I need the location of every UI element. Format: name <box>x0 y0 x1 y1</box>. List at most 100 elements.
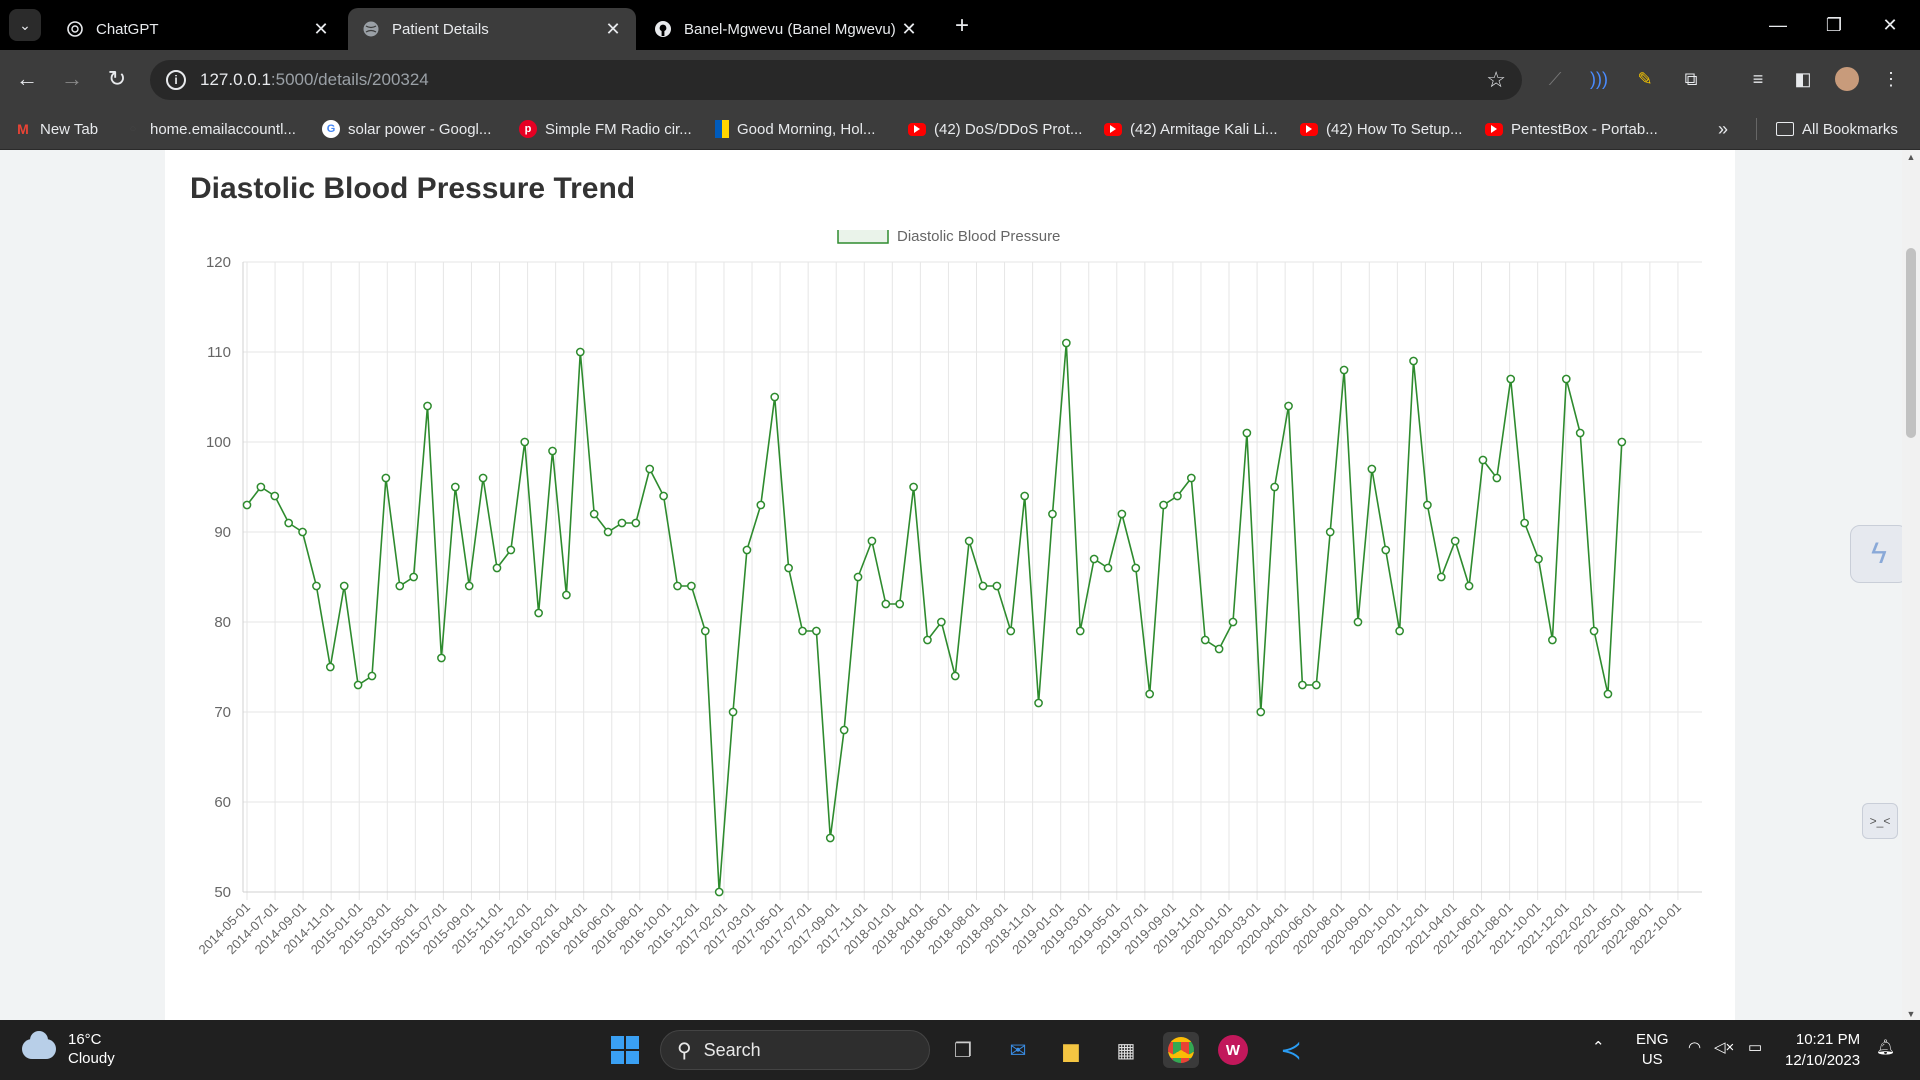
all-bookmarks-label: All Bookmarks <box>1802 120 1898 138</box>
page-scrollbar[interactable]: ▲ ▼ <box>1902 150 1920 1021</box>
bookmark-pentestbox[interactable]: PentestBox - Portab... <box>1485 118 1658 140</box>
windows-logo-icon <box>611 1036 639 1064</box>
chevron-up-icon[interactable]: ⌃ <box>1592 1038 1605 1056</box>
chevron-down-icon: ⌄ <box>19 16 31 33</box>
data-point <box>1478 455 1488 465</box>
bookmarks-bar: M New Tab ○ home.emailaccountl... Gsolar p… <box>0 108 1920 150</box>
wps-office-icon[interactable]: W <box>1218 1035 1248 1065</box>
chart-extension-icon[interactable]: ⟋ <box>1541 65 1569 93</box>
data-point <box>770 392 780 402</box>
data-point <box>1548 635 1557 645</box>
close-icon[interactable]: ✕ <box>898 18 920 40</box>
back-button[interactable]: ← <box>9 61 45 97</box>
bookmark-solar-power[interactable]: Gsolar power - Googl... <box>322 118 491 140</box>
data-point <box>381 473 391 483</box>
bookmark-fm-radio[interactable]: p Simple FM Radio cir... <box>519 118 692 140</box>
data-point <box>1492 473 1502 483</box>
bookmark-star-icon[interactable]: ☆ <box>1486 67 1506 93</box>
weather-widget[interactable]: 16°C Cloudy <box>22 1030 115 1068</box>
data-point <box>700 626 710 636</box>
data-point <box>450 482 460 492</box>
data-point <box>1395 626 1404 636</box>
address-bar[interactable]: i 127.0.0.1:5000/details/200324 ☆ <box>150 60 1522 100</box>
data-point <box>325 662 335 672</box>
close-window-button[interactable]: ✕ <box>1870 10 1910 40</box>
bookmarks-divider <box>1756 118 1757 140</box>
bookmark-emailaccount[interactable]: ○ home.emailaccountl... <box>124 118 296 140</box>
reload-button[interactable]: ↻ <box>99 61 135 97</box>
data-point <box>992 581 1002 591</box>
store-icon[interactable]: ▦ <box>1108 1032 1144 1068</box>
data-point <box>312 581 321 591</box>
extensions-puzzle-icon[interactable]: ⧉ <box>1677 65 1705 93</box>
scroll-thumb[interactable] <box>1906 248 1916 438</box>
search-label: Search <box>703 1039 761 1060</box>
data-point <box>1575 428 1585 438</box>
new-tab-button[interactable]: + <box>948 12 976 40</box>
media-control-icon[interactable]: ≡ <box>1744 65 1772 93</box>
tab-patient-details[interactable]: Patient Details ✕ <box>348 8 636 50</box>
data-point <box>603 527 613 537</box>
file-explorer-icon[interactable]: ▆ <box>1053 1032 1089 1068</box>
minimize-button[interactable]: — <box>1758 10 1798 40</box>
chrome-icon[interactable] <box>1163 1032 1199 1068</box>
forward-button[interactable]: → <box>54 61 90 97</box>
tab-chatgpt[interactable]: ChatGPT ✕ <box>52 8 344 50</box>
kebab-menu-icon[interactable]: ⋮ <box>1877 65 1905 93</box>
data-point <box>1325 527 1335 537</box>
tab-title: Patient Details <box>392 20 489 38</box>
data-point <box>1520 518 1529 528</box>
tab-github[interactable]: Banel-Mgwevu (Banel Mgwevu) ✕ <box>640 8 932 50</box>
more-bookmarks-button[interactable]: » <box>1718 118 1728 140</box>
scroll-up-icon[interactable]: ▲ <box>1906 152 1916 162</box>
legend-swatch <box>837 230 889 244</box>
vscode-icon[interactable]: ≺ <box>1273 1032 1309 1068</box>
bookmark-dos-ddos[interactable]: (42) DoS/DDoS Prot... <box>908 118 1082 140</box>
close-icon[interactable]: ✕ <box>310 18 332 40</box>
bookmark-label: New Tab <box>40 120 99 138</box>
wifi-extension-icon[interactable]: ))) <box>1585 65 1613 93</box>
profile-avatar[interactable] <box>1833 65 1861 93</box>
mail-icon[interactable]: ✉ <box>1000 1032 1036 1068</box>
bookmark-good-morning[interactable]: Good Morning, Hol... <box>715 118 875 140</box>
data-point <box>1103 563 1113 573</box>
url-path: :5000/details/200324 <box>270 70 429 89</box>
data-point <box>1561 374 1571 384</box>
floating-assistant-widget[interactable]: ϟ <box>1850 525 1908 583</box>
start-button[interactable] <box>607 1032 643 1068</box>
data-point <box>923 635 932 645</box>
bookmark-new-tab[interactable]: M New Tab <box>14 118 98 140</box>
tab-title: Banel-Mgwevu (Banel Mgwevu) <box>684 20 896 38</box>
bookmark-armitage[interactable]: (42) Armitage Kali Li... <box>1104 118 1278 140</box>
close-icon[interactable]: ✕ <box>602 18 624 40</box>
chart-card: Diastolic Blood Pressure Trend 50 60 70 80 9… <box>165 150 1735 1021</box>
highlighter-extension-icon[interactable]: ✎ <box>1631 65 1659 93</box>
scroll-down-icon[interactable]: ▼ <box>1906 1009 1916 1019</box>
taskbar-search[interactable]: ⚲ Search <box>660 1030 930 1070</box>
task-view-icon[interactable]: ❐ <box>945 1032 981 1068</box>
side-panel-icon[interactable]: ◧ <box>1789 65 1817 93</box>
volume-muted-icon[interactable]: ◁× <box>1714 1038 1734 1056</box>
floating-code-widget[interactable]: >_< <box>1862 803 1898 839</box>
all-bookmarks-button[interactable]: All Bookmarks <box>1776 118 1898 140</box>
wifi-icon[interactable]: ◠ <box>1688 1038 1701 1056</box>
site-info-icon[interactable]: i <box>166 70 186 90</box>
notification-bell-icon[interactable]: 🔔︎ <box>1876 1038 1895 1056</box>
data-point <box>1117 509 1127 519</box>
data-point <box>1214 644 1224 654</box>
data-point <box>1506 374 1516 384</box>
language-indicator[interactable]: ENG US <box>1636 1030 1669 1070</box>
chart-legend: Diastolic Blood Pressure <box>837 230 1060 245</box>
data-point <box>1089 554 1099 564</box>
data-point <box>742 545 752 555</box>
bookmark-label: Good Morning, Hol... <box>737 120 876 138</box>
battery-icon[interactable]: ▭ <box>1748 1038 1762 1056</box>
bookmark-label: (42) How To Setup... <box>1326 120 1463 138</box>
bookmark-label: (42) Armitage Kali Li... <box>1130 120 1278 138</box>
youtube-icon <box>1300 122 1318 136</box>
tab-search-button[interactable]: ⌄ <box>9 9 41 41</box>
restore-button[interactable]: ❐ <box>1814 10 1854 40</box>
clock[interactable]: 10:21 PM 12/10/2023 <box>1785 1029 1860 1071</box>
youtube-icon <box>908 122 926 136</box>
bookmark-how-to-setup[interactable]: (42) How To Setup... <box>1300 118 1462 140</box>
